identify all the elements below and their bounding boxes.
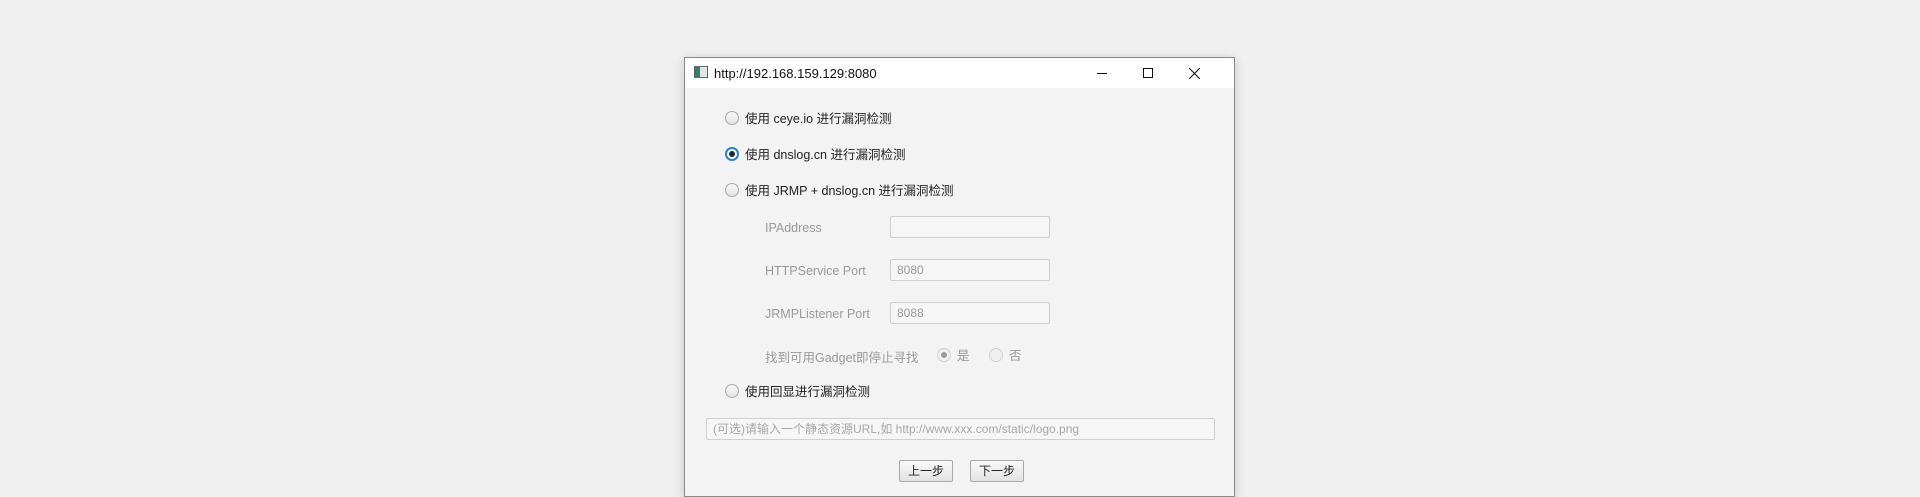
next-step-button[interactable]: 下一步 xyxy=(970,460,1025,482)
close-button[interactable] xyxy=(1171,58,1217,88)
gadget-stop-label: 找到可用Gadget即停止寻找 xyxy=(765,351,919,365)
radio-jrmp-dnslog-label: 使用 JRMP + dnslog.cn 进行漏洞检测 xyxy=(745,184,954,198)
minimize-icon xyxy=(1097,73,1107,74)
radio-echo-circle[interactable] xyxy=(725,383,739,398)
gadget-yes-label: 是 xyxy=(957,349,970,363)
window-title: http://192.168.159.129:8080 xyxy=(714,66,877,81)
gadget-no-circle[interactable] xyxy=(989,347,1003,362)
static-url-input[interactable] xyxy=(706,418,1215,440)
radio-jrmp-dnslog[interactable]: 使用 JRMP + dnslog.cn 进行漏洞检测 xyxy=(725,180,954,199)
http-port-input[interactable]: 8080 xyxy=(890,259,1050,281)
jrmp-port-label: JRMPListener Port xyxy=(765,307,870,321)
ip-address-label: IPAddress xyxy=(765,221,822,235)
radio-ceye-label: 使用 ceye.io 进行漏洞检测 xyxy=(745,112,892,126)
radio-dnslog[interactable]: 使用 dnslog.cn 进行漏洞检测 xyxy=(725,144,905,163)
radio-ceye[interactable]: 使用 ceye.io 进行漏洞检测 xyxy=(725,108,892,127)
minimize-button[interactable] xyxy=(1079,58,1125,88)
http-port-label: HTTPService Port xyxy=(765,264,866,278)
gadget-no-label: 否 xyxy=(1009,349,1022,363)
radio-ceye-circle[interactable] xyxy=(725,110,739,125)
radio-jrmp-dnslog-circle[interactable] xyxy=(725,182,739,197)
gadget-no-radio[interactable]: 否 xyxy=(989,345,1022,364)
radio-dnslog-label: 使用 dnslog.cn 进行漏洞检测 xyxy=(745,148,906,162)
maximize-button[interactable] xyxy=(1125,58,1171,88)
close-icon xyxy=(1188,67,1200,79)
prev-step-button[interactable]: 上一步 xyxy=(899,460,954,482)
gadget-yes-circle[interactable] xyxy=(937,347,951,362)
java-app-icon xyxy=(694,66,708,78)
gadget-yes-radio[interactable]: 是 xyxy=(937,345,970,364)
radio-echo-label: 使用回显进行漏洞检测 xyxy=(745,385,871,399)
dialog-window: http://192.168.159.129:8080 使用 ceye.io 进… xyxy=(684,57,1235,497)
jrmp-port-input[interactable]: 8088 xyxy=(890,302,1050,324)
ip-address-input[interactable] xyxy=(890,216,1050,238)
radio-echo[interactable]: 使用回显进行漏洞检测 xyxy=(725,381,870,400)
title-bar[interactable]: http://192.168.159.129:8080 xyxy=(685,58,1234,88)
maximize-icon xyxy=(1143,68,1153,78)
radio-dnslog-circle[interactable] xyxy=(725,146,739,161)
